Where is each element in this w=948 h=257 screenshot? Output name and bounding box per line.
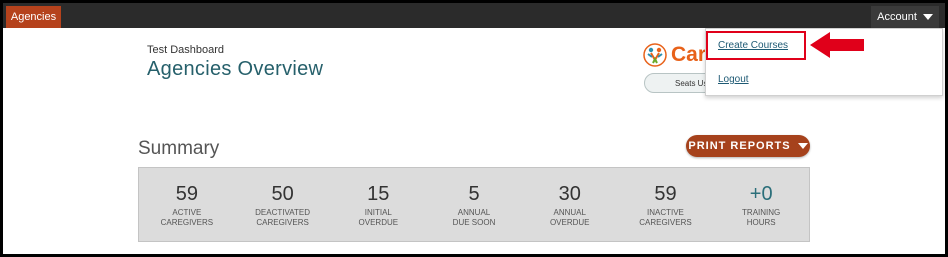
stat-label-line2: CAREGIVERS <box>639 218 692 227</box>
account-menu-button[interactable]: Account <box>871 6 939 28</box>
summary-heading: Summary <box>138 138 220 159</box>
page-title: Agencies Overview <box>147 58 324 80</box>
print-reports-button[interactable]: PRINT REPORTS <box>686 135 810 157</box>
stat-label-line2: CAREGIVERS <box>160 218 214 227</box>
highlight-box <box>706 31 806 60</box>
summary-stats-panel: 59 ACTIVE CAREGIVERS 50 DEACTIVATED CARE… <box>138 167 810 242</box>
red-arrow-annotation-icon <box>810 32 864 58</box>
account-label: Account <box>877 11 917 23</box>
tab-agencies[interactable]: Agencies <box>6 6 61 28</box>
people-logo-icon <box>643 43 667 67</box>
stat-label-line1: ANNUAL <box>457 208 491 217</box>
stat-label-line1: ACTIVE <box>172 208 202 217</box>
stat-label-line2: OVERDUE <box>358 218 399 227</box>
stat-value: 59 <box>175 183 198 205</box>
dashboard-subtitle: Test Dashboard <box>147 44 225 56</box>
stat-active-caregivers[interactable]: 59 ACTIVE CAREGIVERS <box>139 168 235 241</box>
stat-label-line1: DEACTIVATED <box>255 208 310 217</box>
stat-value: 50 <box>271 183 294 205</box>
app-frame: Agencies Account Test Dashboard Agencies… <box>3 3 945 254</box>
stat-label-line2: CAREGIVERS <box>256 218 309 227</box>
stat-value: 30 <box>558 183 581 205</box>
stat-label-line1: ANNUAL <box>553 208 586 217</box>
stat-value: 59 <box>654 183 677 205</box>
top-nav-bar: Agencies Account <box>3 3 945 28</box>
stat-value: 15 <box>367 183 390 205</box>
stat-label-line1: INACTIVE <box>647 208 684 217</box>
caret-down-icon <box>922 14 933 20</box>
print-reports-label: PRINT REPORTS <box>688 140 791 152</box>
stat-label-line2: HOURS <box>746 218 776 227</box>
menu-item-logout[interactable]: Logout <box>718 74 749 85</box>
stat-annual-due-soon[interactable]: 5 ANNUAL DUE SOON <box>426 168 522 241</box>
stat-label-line1: INITIAL <box>364 208 392 217</box>
stat-training-hours[interactable]: +0 TRAINING HOURS <box>713 168 809 241</box>
stat-deactivated-caregivers[interactable]: 50 DEACTIVATED CAREGIVERS <box>235 168 331 241</box>
stat-label-line1: TRAINING <box>742 208 781 217</box>
stat-label-line2: DUE SOON <box>452 218 496 227</box>
stat-annual-overdue[interactable]: 30 ANNUAL OVERDUE <box>522 168 618 241</box>
stat-value: 5 <box>468 183 480 205</box>
stat-label-line2: OVERDUE <box>549 218 590 227</box>
stat-initial-overdue[interactable]: 15 INITIAL OVERDUE <box>330 168 426 241</box>
stat-value: +0 <box>749 183 773 205</box>
stat-inactive-caregivers[interactable]: 59 INACTIVE CAREGIVERS <box>618 168 714 241</box>
caret-down-icon <box>797 143 808 149</box>
